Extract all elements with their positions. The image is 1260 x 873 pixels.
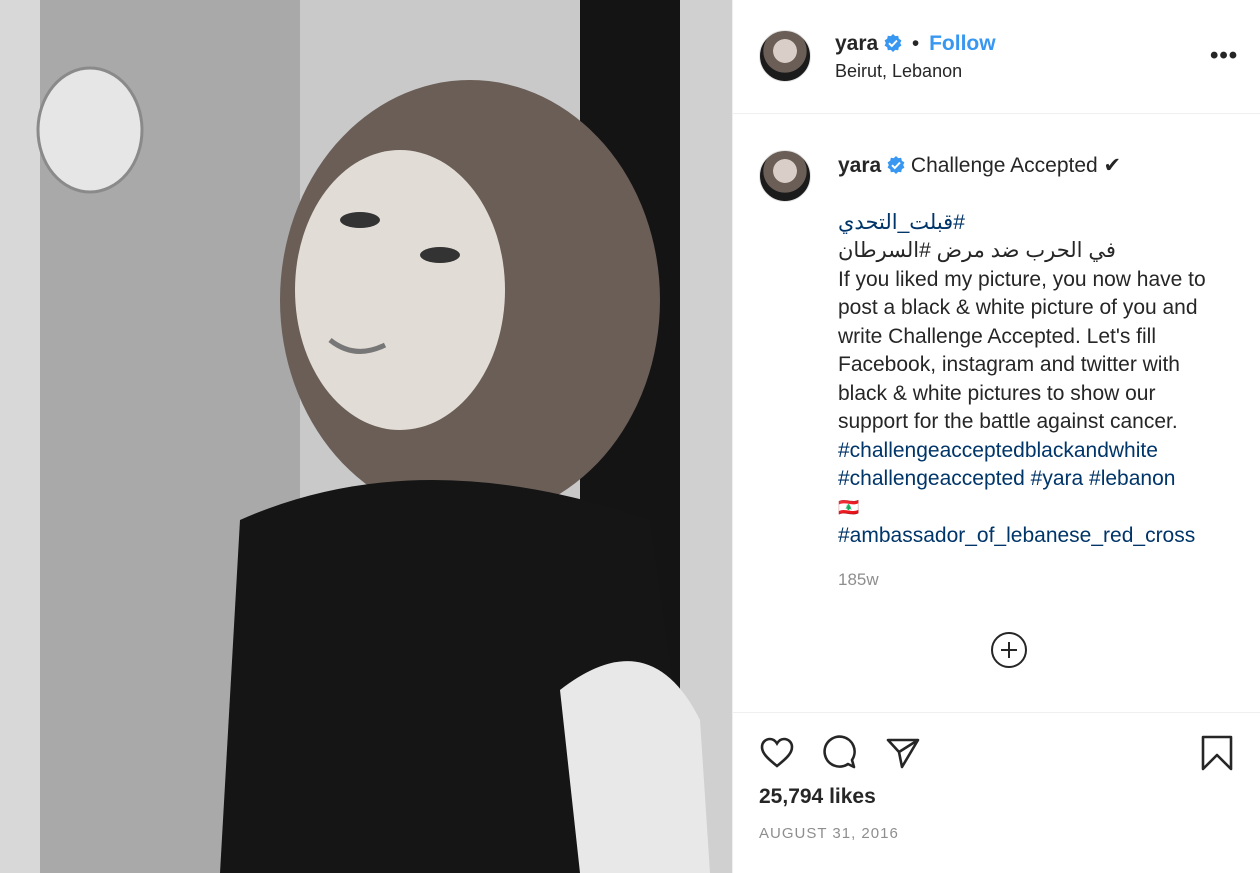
plus-circle-icon[interactable] (991, 632, 1027, 668)
caption-text-line: If you liked my picture, you now have to (838, 267, 1206, 291)
author-username[interactable]: yara (835, 32, 878, 55)
heart-icon[interactable] (759, 735, 795, 771)
header-title: yara • Follow (835, 32, 996, 56)
caption-arabic-line: في الحرب ضد مرض #السرطان (838, 239, 1116, 262)
caption-time-ago[interactable]: 185w (838, 570, 879, 590)
verified-badge-icon (887, 156, 905, 174)
share-icon[interactable] (885, 735, 921, 771)
post-photo[interactable] (0, 0, 732, 873)
lebanon-flag-emoji: 🇱🇧 (838, 497, 860, 517)
bookmark-icon[interactable] (1199, 735, 1235, 771)
caption-text-line: post a black & white picture of you and (838, 296, 1198, 319)
caption-title: Challenge Accepted ✔ (910, 154, 1122, 177)
post-details-panel: yara • Follow Beirut, Lebanon ••• yara C… (732, 0, 1260, 873)
more-options-icon[interactable]: ••• (1210, 44, 1238, 68)
caption-header: yara Challenge Accepted ✔ (838, 152, 1248, 181)
caption-text-line: black & white pictures to show our (838, 381, 1156, 405)
follow-button[interactable]: Follow (929, 32, 996, 55)
post-location[interactable]: Beirut, Lebanon (835, 61, 962, 82)
post-caption: yara Challenge Accepted ✔ #قبلت_التحدي ف… (838, 152, 1248, 551)
separator-dot: • (911, 32, 920, 55)
caption-text-line: write Challenge Accepted. Let's fill (838, 324, 1157, 348)
author-avatar[interactable] (759, 30, 811, 82)
caption-author-avatar[interactable] (759, 150, 811, 202)
caption-author-username[interactable]: yara (838, 154, 881, 177)
caption-hashtag-line[interactable]: #ambassador_of_lebanese_red_cross (838, 522, 1248, 551)
post-header: yara • Follow Beirut, Lebanon ••• (733, 0, 1260, 114)
post-actions-bar: 25,794 likes AUGUST 31, 2016 (733, 712, 1260, 873)
verified-badge-icon (884, 34, 902, 52)
likes-count[interactable]: 25,794 likes (759, 785, 876, 809)
caption-hashtag-line[interactable]: #challengeacceptedblackandwhite (838, 437, 1248, 466)
caption-hashtag-arabic-1[interactable]: #قبلت_التحدي (838, 209, 965, 238)
caption-text-line: support for the battle against cancer. (838, 410, 1178, 433)
post-date: AUGUST 31, 2016 (759, 825, 899, 842)
caption-text-line: Facebook, instagram and twitter with (838, 353, 1180, 376)
caption-hashtag-line[interactable]: #challengeaccepted #yara #lebanon (838, 465, 1248, 494)
photo-content (0, 0, 732, 873)
comment-icon[interactable] (821, 735, 857, 771)
